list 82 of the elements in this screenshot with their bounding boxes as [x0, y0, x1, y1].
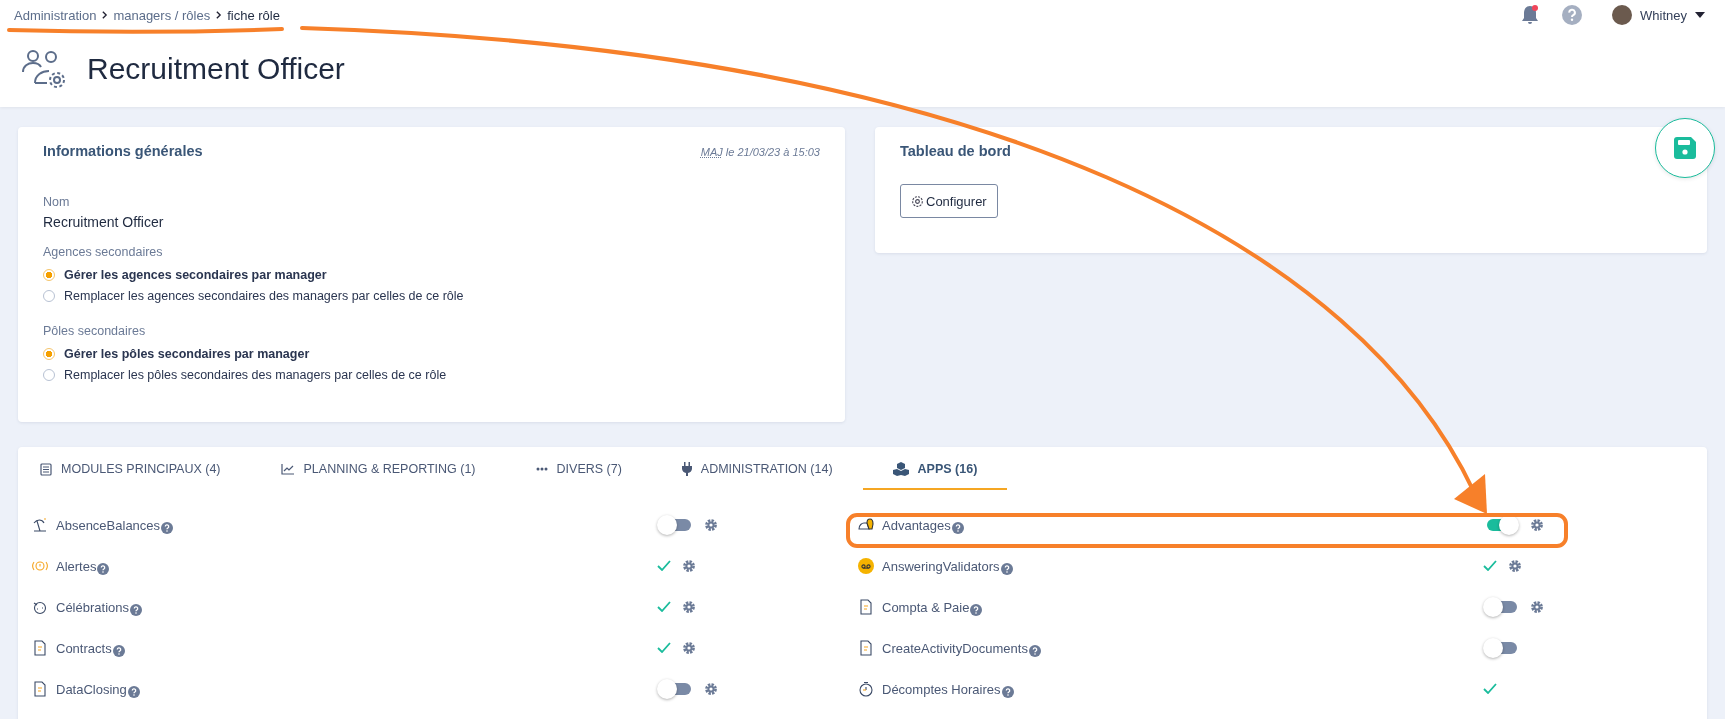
help-icon[interactable]: [130, 604, 142, 616]
checklist-icon: [40, 462, 52, 476]
help-icon[interactable]: [1562, 5, 1583, 25]
tab[interactable]: ADMINISTRATION (14): [651, 447, 863, 490]
radio-label[interactable]: Remplacer les agences secondaires des managers par celles de ce rôle: [64, 288, 464, 303]
users-settings-icon: [21, 48, 67, 90]
locked-document-icon: [32, 680, 48, 697]
settings-icon[interactable]: [682, 599, 696, 614]
help-icon[interactable]: [112, 645, 125, 657]
settings-icon[interactable]: [1508, 558, 1522, 573]
help-icon[interactable]: [951, 522, 964, 534]
app-name: Advantages: [882, 518, 951, 533]
gear-icon: [911, 194, 924, 208]
bell-icon[interactable]: [1520, 4, 1541, 26]
help-icon[interactable]: [127, 686, 140, 698]
settings-icon[interactable]: [704, 681, 718, 696]
check-icon: [1483, 683, 1497, 694]
radio-button[interactable]: [43, 347, 55, 360]
dots-icon: [535, 467, 548, 471]
settings-icon[interactable]: [1530, 599, 1544, 614]
radio-button[interactable]: [43, 268, 55, 281]
page-title: Recruitment Officer: [87, 52, 345, 86]
save-button[interactable]: [1655, 118, 1715, 178]
field-label: Agences secondaires: [43, 245, 164, 259]
app-name: Célébrations: [56, 600, 129, 615]
breadcrumb-link[interactable]: Administration: [14, 7, 97, 23]
updated-date: le 21/03/23 à 15:03: [725, 146, 820, 158]
check-icon: [657, 601, 671, 612]
tab[interactable]: APPS (16): [862, 447, 1008, 490]
app-name: Contracts: [56, 641, 112, 656]
configure-button[interactable]: Configurer: [900, 184, 998, 218]
field-label: Nom: [43, 195, 71, 209]
breadcrumb-link[interactable]: managers / rôles: [113, 7, 211, 23]
voicemail-icon: [858, 557, 874, 574]
settings-icon[interactable]: [1530, 517, 1544, 532]
check-icon: [1483, 560, 1497, 571]
tab[interactable]: DIVERS (7): [505, 447, 652, 490]
settings-icon[interactable]: [704, 517, 718, 532]
help-icon[interactable]: [97, 563, 110, 575]
beach-icon: [32, 516, 48, 533]
toggle-switch[interactable]: [1483, 637, 1519, 658]
app-name: Compta & Paie: [882, 600, 970, 615]
tab[interactable]: MODULES PRINCIPAUX (4): [30, 447, 251, 490]
toggle-switch[interactable]: [1483, 596, 1519, 617]
help-icon[interactable]: [970, 604, 983, 616]
invoice-icon: [858, 598, 874, 615]
stopwatch-icon: [858, 680, 874, 697]
app-name: Décomptes Horaires: [882, 682, 1001, 697]
settings-icon[interactable]: [682, 640, 696, 655]
user-menu-button[interactable]: Whitney: [1632, 7, 1695, 23]
caret-icon[interactable]: [1695, 12, 1705, 18]
help-icon[interactable]: [161, 522, 174, 534]
settings-icon[interactable]: [682, 558, 696, 573]
help-icon[interactable]: [1001, 686, 1014, 698]
radio-label[interactable]: Remplacer les pôles secondaires des managers par celles de ce rôle: [64, 367, 447, 382]
check-icon: [657, 560, 671, 571]
plug-icon: [681, 462, 692, 476]
avatar: [1612, 5, 1633, 25]
check-icon: [657, 642, 671, 653]
app-name: CreateActivityDocuments: [882, 641, 1028, 656]
tab[interactable]: PLANNING & REPORTING (1): [250, 447, 506, 490]
document-icon: [32, 639, 48, 656]
app-name: Alertes: [56, 559, 97, 574]
radio-label[interactable]: Gérer les pôles secondaires par manager: [64, 346, 310, 361]
chevron-icon: [101, 10, 109, 20]
help-icon[interactable]: [1028, 645, 1041, 657]
card-title: Informations générales: [43, 143, 203, 159]
chevron-icon: [215, 10, 223, 20]
field-value: Recruitment Officer: [43, 214, 165, 230]
toggle-switch[interactable]: [657, 514, 693, 535]
updated-abbreviation: MAJ: [700, 146, 723, 158]
app-name: DataClosing: [56, 682, 127, 697]
toggle-switch[interactable]: [657, 678, 693, 699]
app-name: AbsenceBalances: [56, 518, 161, 533]
help-icon[interactable]: [1000, 563, 1013, 575]
radio-label[interactable]: Gérer les agences secondaires par manager: [64, 267, 327, 282]
app-name: AnsweringValidators: [882, 559, 1000, 574]
cubes-icon: [892, 462, 909, 476]
field-label: Pôles secondaires: [43, 324, 147, 338]
breadcrumb-link[interactable]: fiche rôle: [227, 7, 280, 23]
card-title: Tableau de bord: [900, 143, 1012, 159]
chart-icon: [280, 463, 295, 475]
